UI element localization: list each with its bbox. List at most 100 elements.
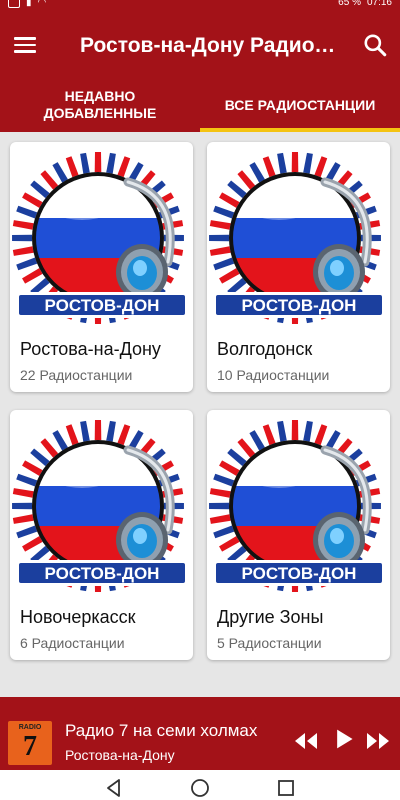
sunburst-ray — [22, 268, 43, 284]
search-icon[interactable] — [362, 32, 388, 58]
play-icon[interactable] — [330, 727, 358, 751]
radio-logo-svg: РОСТОВ-ДОН — [209, 152, 385, 324]
sunburst-ray — [40, 438, 59, 458]
region-station-count: 6 Радиостанции — [20, 635, 125, 651]
globe-gloss — [48, 188, 116, 220]
now-playing-subtitle: Ростова-на-Дону — [65, 747, 175, 763]
sunburst-ray — [16, 525, 38, 539]
region-card[interactable]: РОСТОВ-ДОН Новочеркасск 6 Радиостанции — [10, 410, 193, 660]
sunburst-ray — [209, 220, 231, 230]
clock-text: 07:16 — [366, 0, 392, 8]
signal-icon: ▮ — [26, 0, 32, 8]
sunburst-ray — [22, 536, 43, 552]
sunburst-ray — [80, 420, 90, 442]
region-title: Новочеркасск — [20, 607, 136, 627]
sunburst-ray — [12, 220, 34, 230]
sunburst-ray — [40, 170, 59, 190]
region-card[interactable]: РОСТОВ-ДОН Другие Зоны 5 Радиостанции — [207, 410, 390, 660]
sunburst-ray — [277, 420, 287, 442]
sunburst-ray — [209, 514, 231, 524]
globe-gloss — [48, 456, 116, 488]
sunburst-ray — [80, 152, 90, 174]
sunburst-ray — [22, 460, 43, 476]
fast-forward-icon[interactable] — [364, 729, 392, 753]
sunburst-ray — [12, 502, 33, 510]
sunburst-ray — [16, 473, 38, 487]
region-station-count: 22 Радиостанции — [20, 367, 133, 383]
sunburst-ray — [12, 234, 33, 242]
sunburst-ray — [291, 152, 299, 173]
sunburst-ray — [209, 246, 231, 256]
region-station-count: 10 Радиостанции — [217, 367, 330, 383]
tab-recently-added[interactable]: НЕДАВНО ДОБАВЛЕННЫЕ — [0, 78, 200, 132]
region-card[interactable]: РОСТОВ-ДОН Волгодонск 10 Радиостанции — [207, 142, 390, 392]
sunburst-ray — [314, 424, 328, 446]
globe-gloss — [245, 188, 313, 220]
sunburst-ray — [227, 180, 247, 199]
menu-button[interactable] — [14, 30, 48, 60]
radio-logo-svg: РОСТОВ-ДОН — [12, 152, 188, 324]
sunburst-ray — [213, 205, 235, 219]
sunburst-ray — [213, 525, 235, 539]
radio-logo-svg: РОСТОВ-ДОН — [12, 420, 188, 592]
region-logo-image: РОСТОВ-ДОН — [207, 410, 390, 600]
sunburst-ray — [262, 424, 276, 446]
sunburst-ray — [22, 192, 43, 208]
recents-icon[interactable] — [276, 778, 296, 798]
sunburst-ray — [249, 430, 265, 451]
sunburst-ray — [94, 152, 102, 173]
hamburger-menu-icon-line — [14, 43, 36, 47]
sunburst-ray — [213, 473, 235, 487]
sunburst-ray — [12, 246, 34, 256]
region-logo-image: РОСТОВ-ДОН — [207, 142, 390, 332]
status-bar: ▮ ◠ 65 % 07:16 — [0, 0, 400, 10]
sunburst-ray — [249, 162, 265, 183]
hamburger-menu-icon-line — [14, 50, 36, 53]
sunburst-ray — [303, 152, 313, 174]
region-title: Ростова-на-Дону — [20, 339, 161, 359]
station-logo: RADIO 7 — [8, 721, 52, 765]
sunburst-ray — [106, 152, 116, 174]
sunburst-ray — [106, 420, 116, 442]
sunburst-ray — [237, 170, 256, 190]
sunburst-ray — [12, 514, 34, 524]
sunburst-ray — [94, 420, 102, 441]
sunburst-ray — [303, 420, 313, 442]
app-title: Ростов-на-Дону Радиостанции — [80, 34, 342, 57]
earcup-shine — [330, 528, 344, 544]
mini-player[interactable]: RADIO 7 Радио 7 на семи холмах Ростова-н… — [0, 697, 400, 770]
sunburst-ray — [277, 152, 287, 174]
sunburst-ray — [291, 420, 299, 441]
wifi-icon: ◠ — [37, 0, 47, 8]
sunburst-ray — [52, 430, 68, 451]
rewind-icon[interactable] — [292, 729, 320, 753]
region-logo-image: РОСТОВ-ДОН — [10, 410, 193, 600]
earcup-shine — [133, 528, 147, 544]
sunburst-ray — [209, 502, 230, 510]
back-icon[interactable] — [104, 778, 124, 798]
banner-label: РОСТОВ-ДОН — [45, 296, 160, 315]
sunburst-ray — [237, 438, 256, 458]
sunburst-ray — [16, 257, 38, 271]
sunburst-ray — [219, 460, 240, 476]
hamburger-menu-icon — [14, 37, 36, 40]
sunburst-ray — [209, 488, 231, 498]
region-title: Волгодонск — [217, 339, 313, 359]
home-icon[interactable] — [190, 778, 210, 798]
earcup-shine — [133, 260, 147, 276]
sunburst-ray — [219, 192, 240, 208]
sunburst-ray — [52, 162, 68, 183]
earcup-shine — [330, 260, 344, 276]
sunburst-ray — [262, 156, 276, 178]
sunburst-ray — [314, 156, 328, 178]
tab-all-stations[interactable]: ВСЕ РАДИОСТАНЦИИ — [200, 78, 400, 132]
station-logo-number: 7 — [23, 731, 37, 762]
banner-label: РОСТОВ-ДОН — [45, 564, 160, 583]
tab-label: НЕДАВНО ДОБАВЛЕННЫЕ — [43, 88, 157, 121]
banner-label: РОСТОВ-ДОН — [242, 564, 357, 583]
tab-bar: НЕДАВНО ДОБАВЛЕННЫЕ ВСЕ РАДИОСТАНЦИИ — [0, 78, 400, 132]
sunburst-ray — [12, 488, 34, 498]
notification-icon — [8, 0, 20, 8]
region-card[interactable]: РОСТОВ-ДОН Ростова-на-Дону 22 Радиостанц… — [10, 142, 193, 392]
sunburst-ray — [30, 448, 50, 467]
